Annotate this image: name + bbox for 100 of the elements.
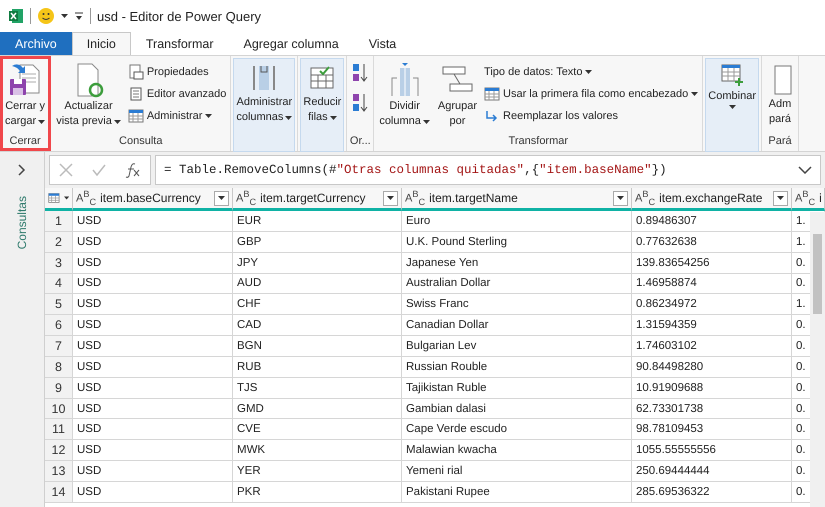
row-number: 14: [45, 482, 73, 503]
row-number: 12: [45, 440, 73, 462]
file-tab[interactable]: Archivo: [0, 32, 72, 55]
filter-button[interactable]: [214, 190, 229, 206]
expand-chevron-icon[interactable]: [18, 164, 26, 176]
table-cell: USD: [73, 398, 233, 420]
column-header[interactable]: A$^{B}$$_{C}$ item.exchangeRate: [632, 188, 792, 211]
row-number: 13: [45, 461, 73, 482]
table-cell: 1.31594359: [632, 315, 792, 336]
filter-button[interactable]: [773, 190, 788, 206]
row-number: 2: [45, 232, 73, 253]
table-cell: U.K. Pound Sterling: [402, 232, 632, 253]
scrollbar[interactable]: [810, 212, 825, 507]
ribbon-button[interactable]: Actualizar vista previa: [53, 58, 124, 132]
ribbon-small-button[interactable]: Reemplazar los valores: [482, 106, 700, 125]
check-icon[interactable]: [92, 163, 106, 177]
table-cell: 250.69444444: [632, 461, 792, 482]
table-cell: Bulgarian Lev: [402, 336, 632, 357]
table-cell: CVE: [233, 419, 402, 440]
ribbon-small-button[interactable]: Editor avanzado: [126, 84, 228, 103]
ribbon-small-button[interactable]: Usar la primera fila como encabezado: [482, 84, 700, 103]
caret-icon: [218, 196, 225, 200]
row-number: 1: [45, 211, 73, 232]
customize-toolbar-icon[interactable]: [74, 11, 84, 21]
formula-field[interactable]: = Table.RemoveColumns(#"Otras columnas quitadas",{"item.baseName"}): [155, 155, 821, 185]
save-document-icon: [8, 62, 42, 98]
row-number: 3: [45, 252, 73, 274]
table-cell: 90.84498280: [632, 356, 792, 378]
column-name: item.baseCurrency: [100, 191, 202, 205]
table-cell: USD: [73, 461, 233, 482]
row-number: 4: [45, 274, 73, 294]
table-cell: PKR: [233, 482, 402, 503]
row-number: 8: [45, 356, 73, 378]
table-cell: USD: [73, 274, 233, 294]
ribbon-button[interactable]: Administrar columnas: [233, 58, 296, 152]
table-cell: Gambian dalasi: [402, 398, 632, 420]
ribbon-button[interactable]: Reducir filas: [300, 58, 344, 152]
ribbon-small-button[interactable]: Administrar: [126, 106, 228, 125]
column-header[interactable]: A$^{B}$$_{C}$ item.targetCurrency: [233, 188, 402, 211]
table-cell: Japanese Yen: [402, 252, 632, 274]
table-cell: Pakistani Rupee: [402, 482, 632, 503]
smiley-icon[interactable]: [37, 7, 55, 25]
group-label: Transformar: [508, 134, 570, 149]
ribbon-button[interactable]: Dividir columna: [376, 58, 433, 132]
group-label: Or...: [349, 134, 372, 149]
table-cell: 0.89486307: [632, 211, 792, 232]
ribbon-button[interactable]: Cerrar y cargar: [2, 58, 48, 132]
column-header[interactable]: A$^{B}$$_{C}$ item.baseCurrency: [73, 188, 233, 211]
table-cell: Tajikistan Ruble: [402, 378, 632, 399]
table-cell: Malawian kwacha: [402, 440, 632, 462]
function-icon[interactable]: [124, 162, 141, 178]
group-label: Pará: [767, 134, 793, 149]
caret-icon: [61, 14, 68, 18]
sort-button[interactable]: [352, 92, 368, 114]
table-cell: MWK: [233, 440, 402, 462]
queries-pane-label[interactable]: Consultas: [15, 196, 29, 250]
row-number: 5: [45, 294, 73, 316]
table-cell: Canadian Dollar: [402, 315, 632, 336]
table-menu-header[interactable]: [45, 188, 73, 211]
ribbon-small-button[interactable]: Propiedades: [126, 62, 228, 81]
table-cell: Euro: [402, 211, 632, 232]
table-cell: USD: [73, 356, 233, 378]
table-cell: JPY: [233, 252, 402, 274]
table-cell: YER: [233, 461, 402, 482]
combine-icon: [719, 62, 746, 88]
table-cell: 1055.55555556: [632, 440, 792, 462]
sort-descending-icon: [352, 92, 368, 114]
ribbon-button[interactable]: Agrupar por: [434, 58, 480, 132]
window-title: usd - Editor de Power Query: [97, 8, 262, 24]
expand-chevron-icon[interactable]: [798, 166, 812, 174]
ribbon-small-button[interactable]: Tipo de datos: Texto: [482, 62, 700, 81]
table-cell: 1.74603102: [632, 336, 792, 357]
column-name: item.exchangeRate: [659, 191, 764, 205]
sort-ascending-icon: [352, 62, 368, 84]
column-header[interactable]: A$^{B}$$_{C}$ i: [792, 188, 825, 211]
row-number: 9: [45, 378, 73, 399]
table-cell: USD: [73, 211, 233, 232]
table-cell: TJS: [233, 378, 402, 399]
sort-button[interactable]: [352, 62, 368, 84]
row-number: 10: [45, 398, 73, 420]
ribbon-tab[interactable]: Inicio: [72, 32, 131, 55]
column-name: i: [819, 191, 822, 205]
table-cell: Cape Verde escudo: [402, 419, 632, 440]
ribbon-button[interactable]: Adm pará: [764, 58, 796, 132]
table-cell: EUR: [233, 211, 402, 232]
table-icon: [128, 108, 144, 122]
column-header[interactable]: A$^{B}$$_{C}$ item.targetName: [402, 188, 632, 211]
table-cell: 285.69536322: [632, 482, 792, 503]
ribbon-button[interactable]: Combinar: [705, 58, 759, 152]
caret-icon: [64, 196, 69, 200]
caret-icon: [777, 196, 784, 200]
filter-button[interactable]: [383, 190, 398, 206]
table-cell: 10.91909688: [632, 378, 792, 399]
group-label: Consulta: [118, 134, 164, 149]
table-cell: CHF: [233, 294, 402, 316]
table-cell: GMD: [233, 398, 402, 420]
table-cell: USD: [73, 419, 233, 440]
filter-button[interactable]: [613, 190, 628, 206]
table-cell: USD: [73, 440, 233, 462]
table-cell: GBP: [233, 232, 402, 253]
